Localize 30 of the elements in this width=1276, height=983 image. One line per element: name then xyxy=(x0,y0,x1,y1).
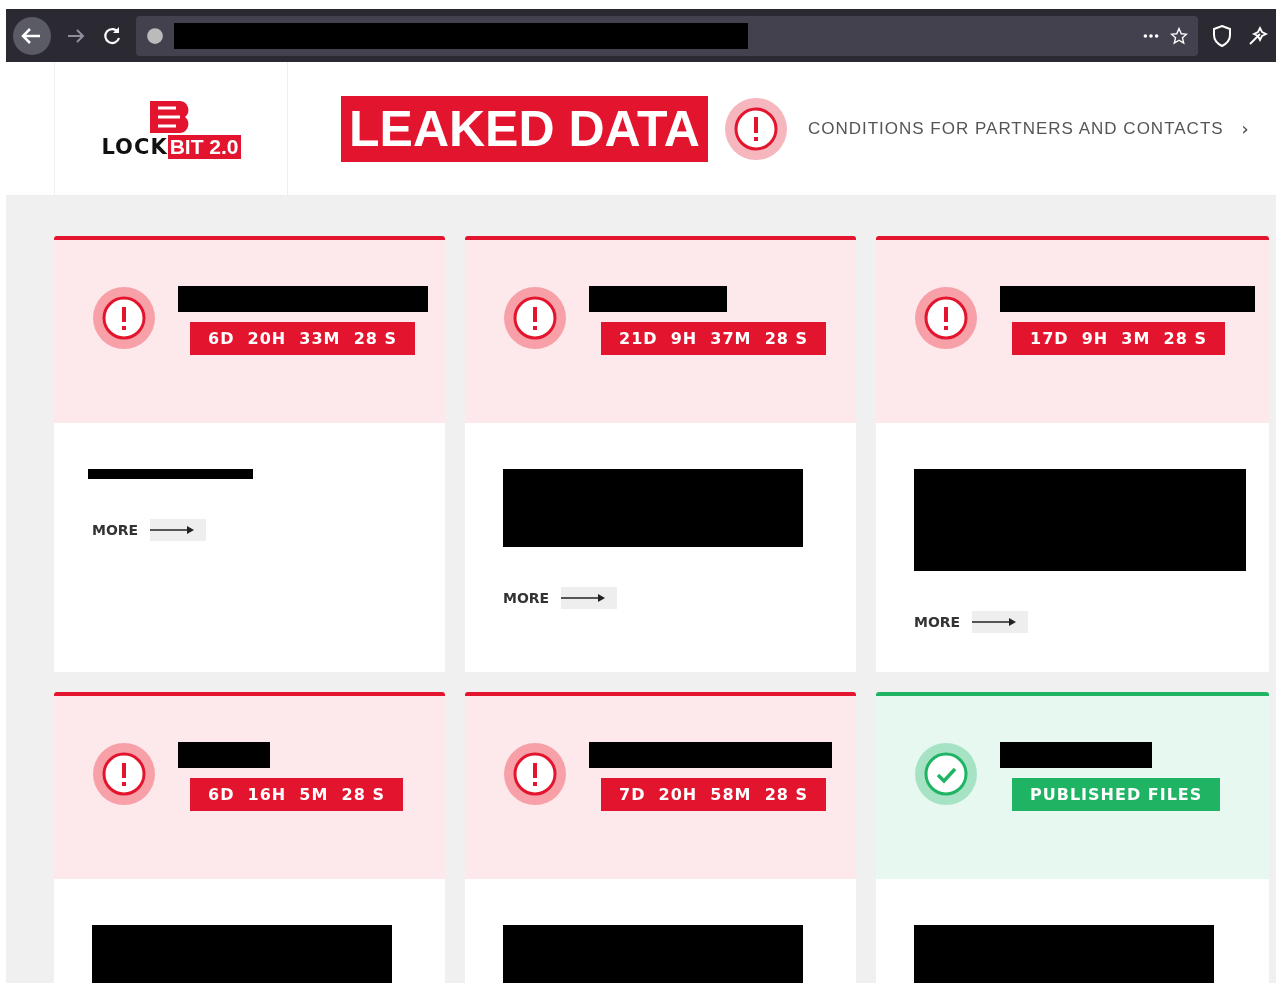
site-info-icon[interactable] xyxy=(146,26,164,45)
chevron-icon[interactable]: › xyxy=(1241,118,1249,139)
checkmark-icon xyxy=(914,742,978,806)
exclamation-icon xyxy=(92,286,156,350)
exclamation-icon xyxy=(503,286,567,350)
exclamation-icon xyxy=(723,96,788,161)
more-text[interactable]: MORE xyxy=(92,522,139,538)
logo-text: LOCK xyxy=(101,134,168,159)
conditions-link[interactable]: CONDITIONS FOR PARTNERS AND CONTACTS xyxy=(807,118,1224,139)
shield-icon[interactable] xyxy=(1210,23,1234,48)
more-text[interactable]: MORE xyxy=(503,590,550,606)
more-link[interactable]: MORE xyxy=(92,519,407,541)
logo-badge: BIT 2.0 xyxy=(167,134,241,159)
status-badge: 21D 9H 37M 28 S xyxy=(601,322,827,355)
status-badge: 7D 20H 58M 28 S xyxy=(601,778,827,811)
status-badge: 6D 16H 5M 28 S xyxy=(190,778,403,811)
exclamation-icon xyxy=(914,286,978,350)
page-title: LEAKED DATA xyxy=(341,95,708,162)
back-icon[interactable] xyxy=(12,15,52,56)
more-link[interactable]: MORE xyxy=(914,611,1231,633)
more-text[interactable]: MORE xyxy=(914,614,961,630)
status-badge: 17D 9H 3M 28 S xyxy=(1012,322,1225,355)
status-badge: PUBLISHED FILES xyxy=(1012,778,1221,811)
exclamation-icon xyxy=(503,742,567,806)
exclamation-icon xyxy=(92,742,156,806)
status-badge: 6D 20H 33M 28 S xyxy=(190,322,416,355)
logo[interactable]: LOCKBIT 2.0 xyxy=(101,98,241,159)
star-icon[interactable] xyxy=(1170,26,1188,45)
more-link[interactable]: MORE xyxy=(503,587,818,609)
address-field[interactable] xyxy=(136,15,1198,56)
